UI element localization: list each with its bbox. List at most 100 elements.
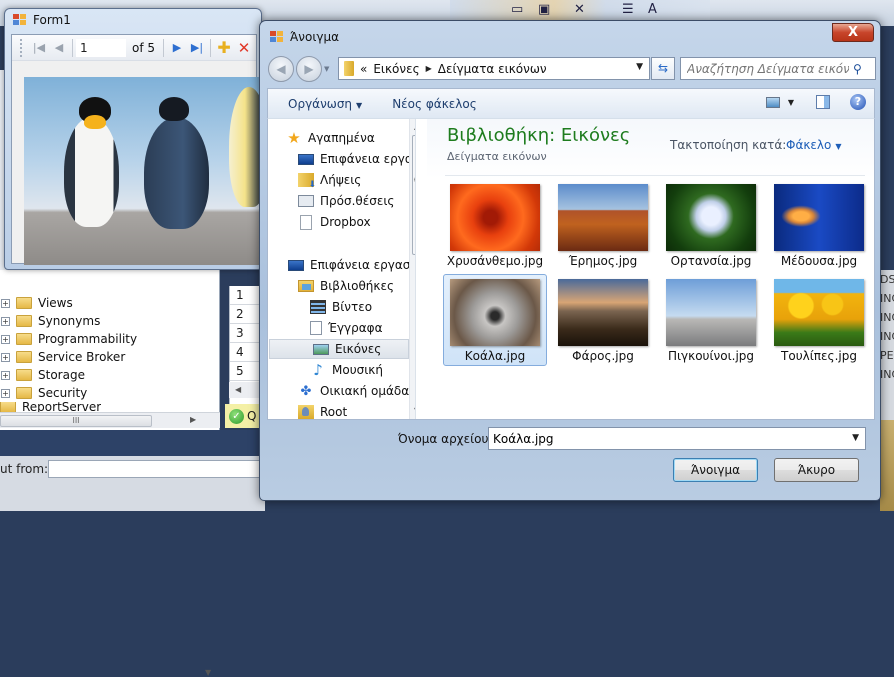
tree-item[interactable]: + Security [0, 384, 87, 402]
back-button[interactable]: ◀ [268, 56, 294, 82]
new-folder-button[interactable]: Νέος φάκελος [392, 97, 477, 111]
address-dropdown-icon[interactable]: ▼ [636, 62, 643, 72]
expand-icon[interactable]: + [1, 298, 10, 308]
address-bar[interactable]: « Εικόνες ▶ Δείγματα εικόνων ▼ [338, 57, 650, 80]
view-options-dropdown[interactable]: ▼ [788, 98, 794, 107]
nav-item-desktop[interactable]: Επιφάνεια εργασία [288, 255, 415, 275]
nav-favorites[interactable]: ★ Αγαπημένα [286, 128, 375, 148]
tree-item[interactable]: + Views [0, 294, 73, 312]
search-box[interactable]: ⚲ [680, 57, 876, 80]
penguin-shape [229, 87, 262, 207]
command-bar: Οργάνωση ▼ Νέος φάκελος ▼ ? [267, 88, 875, 118]
search-icon[interactable]: ⚲ [853, 62, 862, 76]
file-tile[interactable]: Έρημος.jpg [551, 179, 655, 271]
file-tile[interactable]: Μέδουσα.jpg [767, 179, 871, 271]
tree-item[interactable]: + Programmability [0, 330, 137, 348]
folder-icon [16, 369, 32, 381]
move-first-button[interactable]: |◀ [29, 38, 49, 58]
document-icon [310, 321, 322, 335]
close-icon[interactable]: ✕ [574, 2, 585, 17]
scroll-down-arrow[interactable]: ▼ [205, 668, 211, 677]
file-tile[interactable]: Πιγκουίνοι.jpg [659, 274, 763, 366]
tree-item[interactable]: + Service Broker [0, 348, 125, 366]
nav-label: Dropbox [320, 215, 371, 229]
help-icon[interactable]: ? [850, 94, 866, 110]
position-input[interactable]: 1 [76, 38, 126, 57]
nav-item-libraries[interactable]: Βιβλιοθήκες [298, 276, 394, 296]
file-tile[interactable]: Χρυσάνθεμο.jpg [443, 179, 547, 271]
file-name: Φάρος.jpg [572, 349, 634, 363]
file-tile[interactable]: Ορτανσία.jpg [659, 179, 763, 271]
breadcrumb-sample-pictures[interactable]: Δείγματα εικόνων [438, 62, 547, 76]
recent-pages-dropdown[interactable]: ▼ [324, 65, 329, 73]
arrange-by-dropdown[interactable]: Φάκελο ▼ [786, 138, 842, 152]
form1-titlebar: Form1 [13, 13, 71, 27]
forward-button[interactable]: ▶ [296, 56, 322, 82]
minimize-icon[interactable]: ▭ [511, 2, 523, 17]
star-icon: ★ [287, 129, 301, 147]
nav-item-pictures[interactable]: Εικόνες [269, 339, 409, 359]
file-tile[interactable]: Τουλίπες.jpg [767, 274, 871, 366]
nav-label: Αγαπημένα [308, 131, 375, 145]
filename-input[interactable] [489, 431, 829, 446]
search-input[interactable] [681, 61, 849, 76]
add-new-button[interactable]: ✚ [214, 38, 234, 58]
move-next-button[interactable]: ▶ [167, 38, 187, 58]
separator [163, 38, 165, 57]
tree-item[interactable]: + Storage [0, 366, 85, 384]
scrollbar-grip-icon: ≡ [413, 175, 415, 184]
filename-dropdown-icon[interactable]: ▼ [852, 433, 859, 443]
restore-icon[interactable]: ▣ [538, 2, 550, 17]
breadcrumb-overflow[interactable]: « [360, 62, 367, 76]
expand-icon[interactable]: + [1, 370, 10, 380]
nav-item-recent-places[interactable]: Πρόσ.θέσεις [298, 191, 394, 211]
scrollbar-thumb[interactable]: III [0, 415, 152, 427]
breadcrumb-separator-icon[interactable]: ▶ [426, 64, 432, 73]
expand-icon[interactable]: + [1, 334, 10, 344]
nav-label: Root [320, 405, 348, 419]
scroll-down-arrow[interactable]: ▼ [414, 406, 415, 415]
refresh-button[interactable]: ⇆ [651, 57, 675, 80]
thumbnail-chrysanthemum [450, 184, 540, 251]
file-tile[interactable]: Φάρος.jpg [551, 274, 655, 366]
font-size-icon[interactable]: A [648, 2, 657, 17]
nav-item-desktop-fav[interactable]: Επιφάνεια εργασ [298, 149, 415, 169]
tree-item[interactable]: + Synonyms [0, 312, 100, 330]
move-previous-button[interactable]: ◀ [49, 38, 69, 58]
nav-pane-scrollbar[interactable]: ▲ ≡ ▼ [409, 119, 415, 419]
indent-icon[interactable]: ☰ [622, 2, 634, 17]
database-icon [0, 402, 16, 412]
expand-icon[interactable]: + [1, 352, 10, 362]
cancel-button[interactable]: Άκυρο [774, 458, 859, 482]
nav-item-documents[interactable]: Έγγραφα [310, 318, 383, 338]
nav-item-root[interactable]: Root [298, 402, 347, 419]
open-button[interactable]: Άνοιγμα [673, 458, 758, 482]
move-last-button[interactable]: ▶| [187, 38, 207, 58]
preview-pane-icon[interactable] [816, 95, 830, 109]
output-from-select[interactable] [48, 460, 263, 478]
nav-item-downloads[interactable]: Λήψεις [298, 170, 361, 190]
folder-icon [16, 315, 32, 327]
delete-button[interactable]: ✕ [234, 38, 254, 58]
tree-item[interactable]: ReportServer [0, 402, 101, 412]
tree-horizontal-scrollbar[interactable]: III ▶ [0, 412, 220, 428]
separator [72, 38, 73, 57]
toolbar-grip[interactable] [20, 38, 23, 57]
expand-icon[interactable]: + [1, 388, 10, 398]
filename-combobox[interactable]: ▼ [488, 427, 866, 450]
nav-item-music[interactable]: ♪ Μουσική [310, 360, 383, 380]
file-tile-selected[interactable]: Κοάλα.jpg [443, 274, 547, 366]
scrollbar-thumb[interactable] [412, 135, 415, 255]
nav-item-dropbox[interactable]: Dropbox [298, 212, 371, 232]
scroll-up-arrow[interactable]: ▲ [414, 122, 415, 131]
organize-menu[interactable]: Οργάνωση ▼ [288, 97, 362, 111]
breadcrumb-pictures[interactable]: Εικόνες [373, 62, 419, 76]
penguin-head [159, 97, 189, 121]
nav-item-homegroup[interactable]: ✤ Οικιακή ομάδα [298, 381, 410, 401]
nav-item-videos[interactable]: Βίντεο [310, 297, 372, 317]
change-view-icon[interactable] [765, 96, 780, 108]
scroll-right-arrow[interactable]: ▶ [190, 415, 196, 424]
expand-icon[interactable]: + [1, 316, 10, 326]
dialog-close-button[interactable]: X [832, 23, 874, 42]
separator [210, 38, 212, 57]
